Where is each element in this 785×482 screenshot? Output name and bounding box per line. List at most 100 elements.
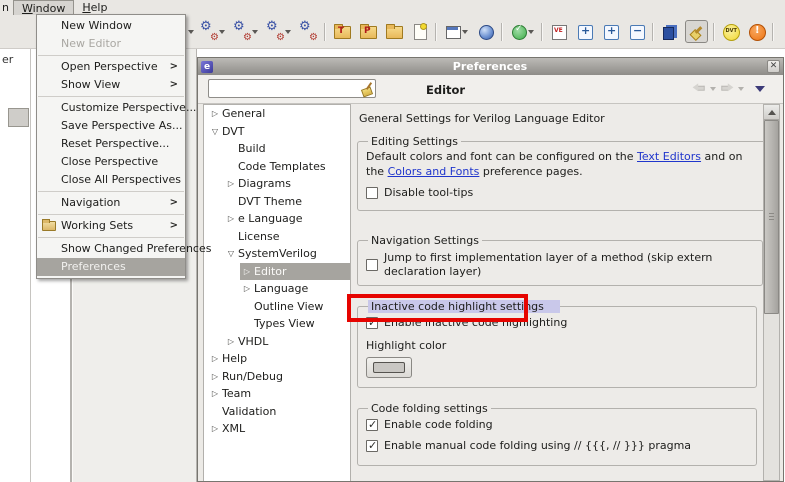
dialog-titlebar[interactable]: e Preferences ✕ xyxy=(198,58,783,75)
colors-and-fonts-link[interactable]: Colors and Fonts xyxy=(388,165,480,178)
tree-item-types-view[interactable]: Types View xyxy=(204,315,350,333)
code-folding-group: Code folding settings Enable code foldin… xyxy=(357,402,757,466)
tree-item-vhdl[interactable]: ▷VHDL xyxy=(204,333,350,351)
toolbar-separator xyxy=(541,23,543,41)
menu-help[interactable]: Help xyxy=(74,0,115,15)
workbench-divider xyxy=(30,49,31,482)
clear-filter-broom-icon[interactable] xyxy=(360,81,373,96)
minus-box-icon xyxy=(628,23,645,40)
build-config-button-2[interactable] xyxy=(232,21,260,42)
jump-first-implementation-checkbox[interactable] xyxy=(366,259,378,271)
dvt-badge-button[interactable] xyxy=(720,21,741,42)
tree-item-dvt-theme[interactable]: DVT Theme xyxy=(204,193,350,211)
nav-forward-icon[interactable] xyxy=(721,84,734,94)
filter-input[interactable] xyxy=(209,82,360,95)
new-file-button[interactable] xyxy=(409,21,430,42)
tree-item-xml[interactable]: ▷XML xyxy=(204,420,350,438)
error-badge-button[interactable] xyxy=(746,21,767,42)
clipped-toolbar-button[interactable] xyxy=(8,108,29,127)
menu-item-open-perspective[interactable]: Open Perspective> xyxy=(37,58,185,76)
tree-item-diagrams[interactable]: ▷Diagrams xyxy=(204,175,350,193)
menu-item-navigation[interactable]: Navigation> xyxy=(37,194,185,212)
expander-icon[interactable]: ▷ xyxy=(240,280,254,298)
run-check-button[interactable] xyxy=(508,21,536,42)
expander-icon[interactable]: ▷ xyxy=(224,210,238,228)
menu-window[interactable]: Window xyxy=(13,0,74,15)
view-menu-icon[interactable] xyxy=(755,86,765,92)
menu-item-show-changed-preferences[interactable]: Show Changed Preferences xyxy=(37,240,185,258)
tree-item-build[interactable]: Build xyxy=(204,140,350,158)
menu-item-close-perspective[interactable]: Close Perspective xyxy=(37,153,185,171)
tree-item-outline-view[interactable]: Outline View xyxy=(204,298,350,316)
tree-item-help[interactable]: ▷Help xyxy=(204,350,350,368)
web-browser-button[interactable] xyxy=(475,21,496,42)
expander-icon[interactable]: ▷ xyxy=(208,368,222,386)
tree-item-license[interactable]: License xyxy=(204,228,350,246)
expander-icon[interactable]: ▷ xyxy=(208,350,222,368)
tree-item-dvt[interactable]: ▽DVT xyxy=(204,123,350,141)
tree-item-editor-selected[interactable]: ▷Editor xyxy=(204,263,350,281)
expander-icon[interactable]: ▷ xyxy=(208,420,222,438)
new-editor-window-button[interactable] xyxy=(442,21,470,42)
menu-item-working-sets[interactable]: Working Sets> xyxy=(37,217,185,235)
chevron-down-icon[interactable] xyxy=(738,87,744,91)
disable-tooltips-checkbox[interactable] xyxy=(366,187,378,199)
ve-table-icon xyxy=(550,23,567,40)
menu-item-reset-perspective[interactable]: Reset Perspective... xyxy=(37,135,185,153)
enable-code-folding-checkbox[interactable] xyxy=(366,419,378,431)
group-title-highlighted: Inactive code highlight settings xyxy=(368,300,560,313)
menu-item-customize-perspective[interactable]: Customize Perspective... xyxy=(37,99,185,117)
expander-icon[interactable]: ▷ xyxy=(224,175,238,193)
folder-project-button[interactable]: P xyxy=(357,21,378,42)
tree-item-e-language[interactable]: ▷e Language xyxy=(204,210,350,228)
enable-inactive-highlight-checkbox[interactable] xyxy=(366,317,378,329)
text-editors-link[interactable]: Text Editors xyxy=(637,150,701,163)
close-icon[interactable]: ✕ xyxy=(767,60,780,73)
menu-item-preferences[interactable]: Preferences xyxy=(37,258,185,276)
menu-item-close-all-perspectives[interactable]: Close All Perspectives xyxy=(37,171,185,189)
folder-open-button[interactable] xyxy=(383,21,404,42)
collapse-all-button[interactable] xyxy=(626,21,647,42)
tree-item-team[interactable]: ▷Team xyxy=(204,385,350,403)
build-config-button[interactable] xyxy=(199,21,227,42)
editing-settings-group: Editing Settings Default colors and font… xyxy=(357,135,771,211)
folder-top-button[interactable]: T xyxy=(331,21,352,42)
scrollbar-thumb[interactable] xyxy=(764,120,779,314)
record-button[interactable] xyxy=(779,21,785,42)
menu-item-new-window[interactable]: New Window xyxy=(37,17,185,35)
nav-back-icon[interactable] xyxy=(693,84,706,94)
expand-button[interactable] xyxy=(600,21,621,42)
scroll-up-icon[interactable] xyxy=(764,105,779,120)
toolbar-separator xyxy=(772,23,774,41)
expander-icon[interactable]: ▽ xyxy=(224,245,238,263)
chevron-down-icon xyxy=(462,30,468,34)
preferences-tree: ▷General ▽DVT Build Code Templates ▷Diag… xyxy=(203,104,351,481)
tree-item-code-templates[interactable]: Code Templates xyxy=(204,158,350,176)
group-title: Navigation Settings xyxy=(368,234,482,247)
expander-icon[interactable]: ▷ xyxy=(208,105,222,123)
build-config-button-3[interactable] xyxy=(265,21,293,42)
highlight-color-button[interactable] xyxy=(366,357,412,378)
menu-item-save-perspective-as[interactable]: Save Perspective As... xyxy=(37,117,185,135)
chevron-down-icon[interactable] xyxy=(710,87,716,91)
menu-item-show-view[interactable]: Show View> xyxy=(37,76,185,94)
tree-item-general[interactable]: ▷General xyxy=(204,105,350,123)
color-brush-button[interactable] xyxy=(685,20,708,43)
tree-item-systemverilog[interactable]: ▽SystemVerilog xyxy=(204,245,350,263)
expander-icon[interactable]: ▷ xyxy=(240,263,254,281)
tree-item-run-debug[interactable]: ▷Run/Debug xyxy=(204,368,350,386)
menu-item-new-editor[interactable]: New Editor xyxy=(37,35,185,53)
build-config-button-4[interactable] xyxy=(298,21,319,42)
tree-item-language[interactable]: ▷Language xyxy=(204,280,350,298)
stacked-views-button[interactable] xyxy=(659,21,680,42)
submenu-arrow-icon: > xyxy=(170,217,178,235)
toolbar-overflow-chevron-icon[interactable] xyxy=(188,30,194,34)
expander-icon[interactable]: ▷ xyxy=(224,333,238,351)
ve-editor-button[interactable] xyxy=(548,21,569,42)
expander-icon[interactable]: ▷ xyxy=(208,385,222,403)
enable-manual-folding-checkbox[interactable] xyxy=(366,440,378,452)
expander-icon[interactable]: ▽ xyxy=(208,123,222,141)
tree-item-validation[interactable]: Validation xyxy=(204,403,350,421)
content-scrollbar[interactable] xyxy=(763,104,780,481)
expand-all-button[interactable] xyxy=(574,21,595,42)
